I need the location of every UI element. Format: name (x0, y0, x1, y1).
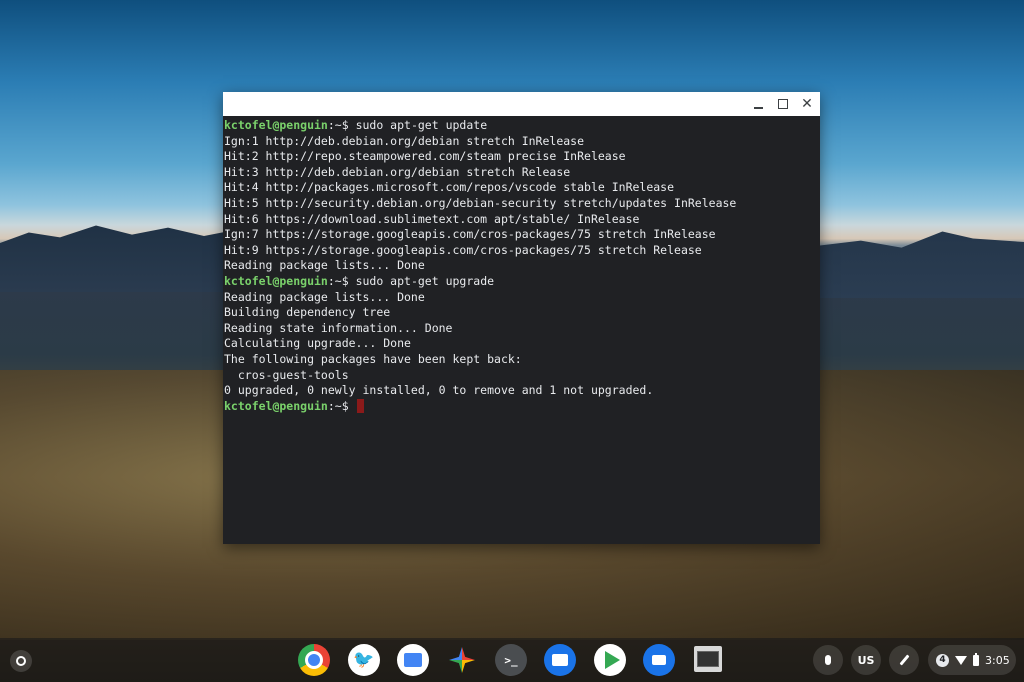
clock: 3:05 (985, 653, 1010, 667)
files-icon (404, 653, 422, 667)
screenshot-icon (697, 651, 719, 667)
terminal-window[interactable]: ✕ kctofel@penguin:~$ sudo apt-get update… (223, 92, 820, 544)
terminal-line: kctofel@penguin:~$ sudo apt-get update (224, 118, 820, 134)
play-store-icon (604, 651, 620, 669)
assistant-mic-button[interactable] (813, 645, 843, 675)
photos-icon (449, 647, 475, 673)
terminal-line: Hit:9 https://storage.googleapis.com/cro… (224, 243, 820, 259)
terminal-line: kctofel@penguin:~$ (224, 398, 820, 415)
minimize-button[interactable] (750, 96, 766, 112)
terminal-line: Reading package lists... Done (224, 258, 820, 274)
window-titlebar[interactable]: ✕ (223, 92, 820, 116)
terminal-line: Calculating upgrade... Done (224, 336, 820, 352)
terminal-line: Hit:4 http://packages.microsoft.com/repo… (224, 180, 820, 196)
maximize-icon (778, 99, 788, 109)
output-text: Hit:4 http://packages.microsoft.com/repo… (224, 180, 675, 195)
twitter-icon: 🐦 (353, 650, 375, 670)
output-text: The following packages have been kept ba… (224, 351, 522, 366)
output-text: Calculating upgrade... Done (224, 336, 411, 351)
terminal-cursor (356, 398, 364, 413)
ime-label: US (857, 653, 875, 667)
terminal-line: Ign:1 http://deb.debian.org/debian stret… (224, 134, 820, 150)
duo-icon (652, 655, 666, 665)
launcher-button[interactable] (10, 650, 32, 672)
terminal-line: kctofel@penguin:~$ sudo apt-get upgrade (224, 274, 820, 290)
prompt-path: :~$ (327, 398, 349, 413)
twitter-app[interactable]: 🐦 (348, 644, 380, 676)
prompt-user: kctofel@penguin (224, 273, 328, 288)
wifi-icon (955, 655, 967, 665)
launcher-icon (16, 656, 26, 666)
shelf: 🐦 >_ US 4 3:05 (0, 638, 1024, 682)
output-text: Hit:3 http://deb.debian.org/debian stret… (224, 164, 571, 179)
terminal-icon: >_ (504, 653, 518, 667)
prompt-user: kctofel@penguin (224, 118, 328, 132)
prompt-path: :~$ (327, 273, 349, 288)
stylus-tools-button[interactable] (889, 645, 919, 675)
terminal-line: Hit:5 http://security.debian.org/debian-… (224, 196, 820, 212)
notification-count-badge: 4 (936, 653, 949, 667)
close-icon: ✕ (801, 96, 813, 112)
close-button[interactable]: ✕ (799, 96, 815, 112)
pen-icon (898, 654, 910, 666)
terminal-line: 0 upgraded, 0 newly installed, 0 to remo… (224, 383, 820, 399)
play-store-app[interactable] (594, 644, 626, 676)
ime-menu-button[interactable]: US (851, 645, 881, 675)
terminal-output[interactable]: kctofel@penguin:~$ sudo apt-get update Ig… (223, 116, 820, 414)
output-text: 0 upgraded, 0 newly installed, 0 to remo… (224, 383, 654, 398)
maximize-button[interactable] (775, 96, 791, 112)
output-text: Ign:1 http://deb.debian.org/debian stret… (224, 133, 585, 148)
prompt-path: :~$ (327, 118, 349, 132)
terminal-line: Reading package lists... Done (224, 290, 820, 306)
terminal-line: cros-guest-tools (224, 368, 820, 384)
photos-app[interactable] (446, 644, 478, 676)
chrome-icon (305, 651, 323, 669)
terminal-line: Hit:3 http://deb.debian.org/debian stret… (224, 165, 820, 181)
output-text: Hit:5 http://security.debian.org/debian-… (224, 195, 737, 210)
terminal-line: The following packages have been kept ba… (224, 352, 820, 368)
messages-app[interactable] (544, 644, 576, 676)
terminal-line: Ign:7 https://storage.googleapis.com/cro… (224, 227, 820, 243)
command-text (349, 399, 356, 413)
output-text: Hit:6 https://download.sublimetext.com a… (224, 211, 640, 226)
terminal-line: Building dependency tree (224, 305, 820, 321)
command-text: sudo apt-get update (348, 118, 488, 132)
prompt-user: kctofel@penguin (224, 398, 328, 413)
output-text: Reading package lists... Done (224, 289, 425, 304)
terminal-line: Hit:6 https://download.sublimetext.com a… (224, 212, 820, 228)
terminal-line: Reading state information... Done (224, 321, 820, 337)
microphone-icon (825, 655, 831, 665)
output-text: Building dependency tree (224, 305, 391, 320)
battery-icon (973, 652, 979, 666)
output-text: Reading state information... Done (224, 320, 453, 335)
command-text: sudo apt-get upgrade (348, 273, 495, 288)
duo-app[interactable] (643, 644, 675, 676)
output-text: Hit:9 https://storage.googleapis.com/cro… (224, 242, 702, 257)
terminal-app[interactable]: >_ (495, 644, 527, 676)
output-text: Ign:7 https://storage.googleapis.com/cro… (224, 227, 716, 242)
output-text: cros-guest-tools (224, 367, 349, 382)
minimize-icon (753, 106, 763, 109)
screenshot-app[interactable] (694, 646, 722, 672)
output-text: Hit:2 http://repo.steampowered.com/steam… (224, 149, 626, 164)
status-area[interactable]: 4 3:05 (928, 645, 1016, 675)
chrome-app[interactable] (298, 644, 330, 676)
files-app[interactable] (397, 644, 429, 676)
messages-icon (552, 654, 568, 666)
output-text: Reading package lists... Done (224, 258, 425, 273)
terminal-line: Hit:2 http://repo.steampowered.com/steam… (224, 149, 820, 165)
